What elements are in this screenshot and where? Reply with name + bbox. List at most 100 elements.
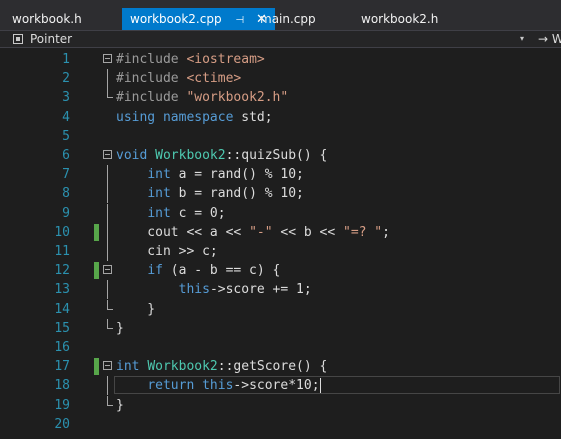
code-line[interactable]: 5 — [0, 127, 561, 146]
line-number: 17 — [54, 359, 70, 375]
code-token: #include — [116, 90, 187, 106]
code-token: b = rand() % 10; — [170, 186, 304, 202]
pin-icon[interactable]: ⊣ — [235, 10, 244, 32]
code-line[interactable]: 3 #include "workbook2.h" — [0, 88, 561, 107]
fold-guide — [107, 280, 108, 300]
code-token: int — [147, 205, 171, 221]
code-line[interactable]: 11 cin >> c; — [0, 242, 561, 261]
code-token: this — [202, 378, 234, 394]
code-token: } — [116, 301, 156, 317]
code-line[interactable]: 13 this->score += 1; — [0, 280, 561, 300]
code-text[interactable]: if (a - b == c) { — [116, 261, 280, 280]
code-text[interactable]: void Workbook2::quizSub() { — [116, 146, 327, 165]
code-token: ::getScore() { — [217, 359, 328, 375]
line-number: 8 — [62, 186, 70, 202]
navigation-bar: Pointer ▾ → W — [0, 30, 561, 48]
code-line[interactable]: 10 cout << a << "-" << b << "=? "; — [0, 222, 561, 242]
tab-workbook2-h[interactable]: workbook2.h — [353, 8, 446, 30]
code-line[interactable]: 8 int b = rand() % 10; — [0, 184, 561, 204]
fold-guide-end — [107, 395, 113, 406]
fold-guide-end — [107, 318, 113, 329]
code-line[interactable]: 6 void Workbook2::quizSub() { — [0, 146, 561, 165]
code-token: ->score += 1; — [209, 282, 312, 298]
tab-label: main.cpp — [260, 12, 316, 26]
code-token: << b << — [272, 224, 343, 240]
code-token: namespace — [162, 109, 234, 125]
code-token: ->score*10; — [233, 378, 320, 394]
code-text[interactable]: int Workbook2::getScore() { — [116, 357, 327, 376]
code-line[interactable]: 20 — [0, 415, 561, 434]
code-line[interactable]: 4 using namespace std; — [0, 108, 561, 127]
code-text[interactable]: cin >> c; — [116, 242, 217, 261]
code-token: "-" — [249, 224, 273, 240]
code-token: c = 0; — [170, 205, 226, 221]
code-text[interactable]: int c = 0; — [116, 204, 226, 223]
code-text[interactable]: #include <iostream> — [116, 50, 265, 69]
collapse-icon[interactable] — [103, 54, 112, 63]
code-line[interactable]: 14 } — [0, 299, 561, 319]
fold-guide — [107, 222, 108, 242]
collapse-icon[interactable] — [103, 361, 112, 371]
line-number: 1 — [62, 52, 70, 67]
code-token: std; — [233, 109, 273, 125]
line-number: 16 — [54, 340, 70, 355]
code-token: using — [116, 109, 156, 125]
code-token: <iostream> — [186, 52, 265, 67]
code-token: Workbook2 — [147, 359, 218, 375]
code-text[interactable]: cout << a << "-" << b << "=? "; — [116, 223, 390, 242]
code-editor[interactable]: 1 #include <iostream> 2 #include <ctime> 3 #i… — [0, 48, 561, 439]
collapse-icon[interactable] — [103, 265, 112, 275]
code-line[interactable]: 9 int c = 0; — [0, 203, 561, 223]
member-dropdown[interactable]: → W — [538, 31, 561, 47]
line-number: 6 — [62, 148, 70, 163]
code-text[interactable]: } — [116, 300, 155, 319]
code-token: } — [116, 320, 124, 336]
code-line[interactable]: 1 #include <iostream> — [0, 50, 561, 69]
fold-guide-end — [107, 299, 113, 310]
line-number: 9 — [62, 205, 70, 221]
fold-guide — [107, 242, 108, 261]
chevron-down-icon[interactable]: ▾ — [520, 31, 524, 47]
text-caret — [319, 378, 321, 394]
scope-dropdown[interactable]: Pointer — [30, 31, 72, 47]
tab-workbook-h[interactable]: workbook.h — [4, 8, 90, 30]
tab-main-cpp[interactable]: main.cpp — [252, 8, 324, 30]
code-token: #include — [116, 52, 187, 67]
code-token: int — [116, 359, 140, 375]
code-line[interactable]: 12 if (a - b == c) { — [0, 261, 561, 280]
code-line[interactable]: 15} — [0, 318, 561, 338]
code-token: } — [116, 397, 124, 413]
code-text[interactable]: this->score += 1; — [116, 280, 312, 299]
code-text[interactable]: #include "workbook2.h" — [116, 88, 288, 107]
line-number: 15 — [54, 320, 70, 336]
fold-guide-end — [107, 88, 113, 99]
code-line[interactable]: 2 #include <ctime> — [0, 69, 561, 89]
code-token: this — [178, 282, 210, 298]
line-number: 3 — [62, 90, 70, 106]
line-number: 10 — [54, 224, 70, 240]
code-token: <ctime> — [186, 71, 242, 87]
code-text[interactable]: return this->score*10; — [116, 376, 321, 395]
code-text[interactable]: } — [116, 319, 124, 338]
code-line[interactable]: 16 — [0, 338, 561, 357]
code-text[interactable]: using namespace std; — [116, 108, 273, 127]
code-line[interactable]: 18 return this->score*10; — [0, 376, 561, 396]
collapse-icon[interactable] — [103, 150, 112, 159]
code-text[interactable]: } — [116, 396, 124, 415]
code-token: "=? " — [343, 224, 383, 240]
line-number: 14 — [54, 301, 70, 317]
code-line[interactable]: 17 int Workbook2::getScore() { — [0, 357, 561, 376]
line-number: 20 — [54, 416, 70, 432]
code-line[interactable]: 19} — [0, 395, 561, 415]
code-line[interactable]: 7 int a = rand() % 10; — [0, 165, 561, 185]
fold-guide — [107, 165, 108, 185]
line-number: 7 — [62, 167, 70, 183]
code-text[interactable]: int a = rand() % 10; — [116, 165, 304, 184]
code-token: ::quizSub() { — [225, 148, 328, 163]
code-token: return — [147, 378, 195, 394]
code-text[interactable]: int b = rand() % 10; — [116, 184, 304, 203]
line-number: 18 — [54, 378, 70, 394]
code-text[interactable]: #include <ctime> — [116, 69, 241, 88]
